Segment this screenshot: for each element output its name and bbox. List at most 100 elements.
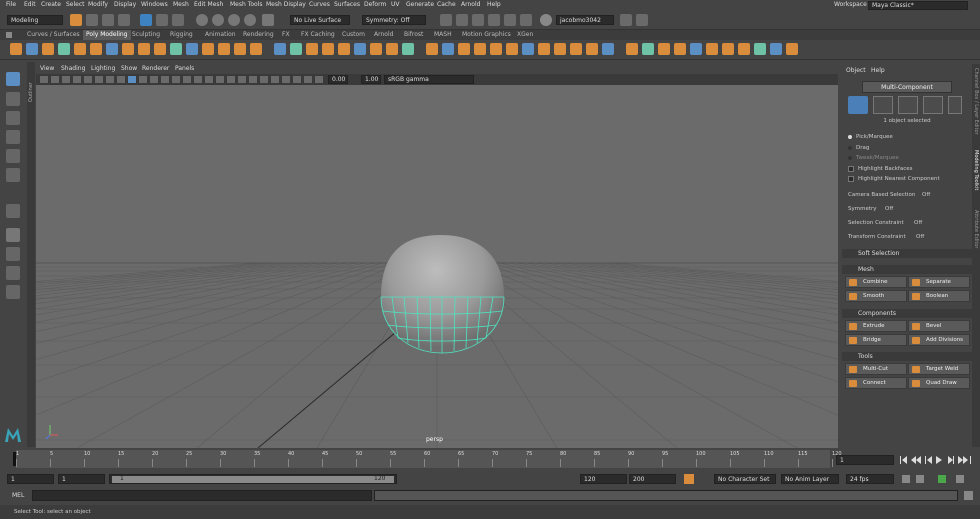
smooth-button[interactable]: Smooth	[845, 290, 907, 302]
relax-icon[interactable]	[658, 43, 670, 55]
loop-icon[interactable]	[902, 475, 910, 483]
soft-selection-section[interactable]: Soft Selection	[842, 249, 972, 258]
viewport-toolbar-icon[interactable]	[260, 76, 268, 83]
menu-create[interactable]: Create	[41, 1, 61, 8]
colorspace-dropdown[interactable]: sRGB gamma	[384, 75, 474, 84]
viewport-toolbar-icon[interactable]	[128, 76, 136, 83]
cube-icon[interactable]	[26, 43, 38, 55]
bridge-button[interactable]: Bridge	[845, 334, 907, 346]
menu-mesh-display[interactable]: Mesh Display	[266, 1, 306, 8]
menu-modify[interactable]: Modify	[88, 1, 108, 8]
select-tool-icon[interactable]	[6, 72, 20, 86]
menu-cache[interactable]: Cache	[437, 1, 456, 8]
character-set-dropdown[interactable]: No Character Set	[714, 474, 776, 484]
helix-icon[interactable]	[170, 43, 182, 55]
current-frame-field[interactable]: 1	[836, 455, 894, 465]
sculpt-icon[interactable]	[602, 43, 614, 55]
shelf-tab-rigging[interactable]: Rigging	[170, 31, 193, 38]
fill-hole-icon[interactable]	[426, 43, 438, 55]
shelf-tab-arnold[interactable]: Arnold	[374, 31, 393, 38]
wedge-icon[interactable]	[586, 43, 598, 55]
viewport-menu-view[interactable]: View	[40, 65, 54, 72]
viewport-toolbar-icon[interactable]	[51, 76, 59, 83]
bevel-button[interactable]: Bevel	[908, 320, 970, 332]
save-icon[interactable]	[86, 14, 98, 26]
playback-controls[interactable]	[900, 456, 974, 464]
multi-cut-icon[interactable]	[442, 43, 454, 55]
sphere-icon[interactable]	[10, 43, 22, 55]
viewport-toolbar-icon[interactable]	[216, 76, 224, 83]
connect-button[interactable]: Connect	[845, 377, 907, 389]
circularize-icon[interactable]	[554, 43, 566, 55]
collapse-icon[interactable]	[506, 43, 518, 55]
checkbox-highlight-nearest[interactable]	[848, 176, 854, 182]
crease-icon[interactable]	[626, 43, 638, 55]
auto-key-icon[interactable]	[684, 474, 694, 484]
components-section-header[interactable]: Components	[842, 309, 972, 318]
shelf-tab-curves-surfaces[interactable]: Curves / Surfaces	[27, 31, 80, 38]
viewport-toolbar-icon[interactable]	[117, 76, 125, 83]
boolean-icon[interactable]	[322, 43, 334, 55]
mode-dropdown[interactable]: Modeling	[7, 15, 63, 25]
separate-icon[interactable]	[290, 43, 302, 55]
separate-button[interactable]: Separate	[908, 276, 970, 288]
snap-point-icon[interactable]	[228, 14, 240, 26]
symmetrize-icon[interactable]	[770, 43, 782, 55]
face-mode-icon[interactable]	[923, 96, 943, 114]
script-editor-icon[interactable]	[964, 491, 973, 500]
shelf-tab-fx[interactable]: FX	[282, 31, 290, 38]
menu-uv[interactable]: UV	[391, 1, 400, 8]
viewport-toolbar-icon[interactable]	[84, 76, 92, 83]
anim-layer-dropdown[interactable]: No Anim Layer	[781, 474, 839, 484]
viewport-toolbar-icon[interactable]	[139, 76, 147, 83]
auto-uv-icon[interactable]	[690, 43, 702, 55]
boolean-button[interactable]: Boolean	[908, 290, 970, 302]
light-editor-icon[interactable]	[520, 14, 532, 26]
poke-icon[interactable]	[570, 43, 582, 55]
menu-arnold[interactable]: Arnold	[461, 1, 480, 8]
shelf-tab-custom[interactable]: Custom	[342, 31, 365, 38]
cut-uv-icon[interactable]	[706, 43, 718, 55]
menu-display[interactable]: Display	[114, 1, 136, 8]
menu-edit[interactable]: Edit	[24, 1, 36, 8]
four-view-icon[interactable]	[6, 247, 20, 261]
selection-constraint-value[interactable]: Off	[914, 220, 922, 226]
tab-modeling-toolkit[interactable]: Modeling Toolkit	[973, 150, 979, 190]
snap-curve-icon[interactable]	[212, 14, 224, 26]
svg-icon[interactable]	[250, 43, 262, 55]
connect-icon[interactable]	[474, 43, 486, 55]
command-input[interactable]	[32, 490, 372, 501]
pipe-icon[interactable]	[154, 43, 166, 55]
object-mode-icon[interactable]	[848, 96, 868, 114]
quad-draw-button[interactable]: Quad Draw	[908, 377, 970, 389]
command-language-label[interactable]: MEL	[12, 492, 24, 499]
shelf-tab-poly-modeling[interactable]: Poly Modeling	[83, 30, 131, 40]
snap-grid-icon[interactable]	[196, 14, 208, 26]
shelf-tab-animation[interactable]: Animation	[205, 31, 236, 38]
radio-drag[interactable]	[848, 146, 852, 150]
viewport-toolbar-icon[interactable]	[106, 76, 114, 83]
menu-mesh[interactable]: Mesh	[173, 1, 189, 8]
lasso-tool-icon[interactable]	[6, 92, 20, 106]
extrude-icon[interactable]	[370, 43, 382, 55]
symmetry-value[interactable]: Off	[885, 206, 893, 212]
shelf-tab-rendering[interactable]: Rendering	[243, 31, 274, 38]
menu-mesh-tools[interactable]: Mesh Tools	[230, 1, 262, 8]
layout-uv-icon[interactable]	[754, 43, 766, 55]
tools-section-header[interactable]: Tools	[842, 352, 972, 361]
transform-constraint-value[interactable]: Off	[916, 234, 924, 240]
plane-icon[interactable]	[90, 43, 102, 55]
paint-select-tool-icon[interactable]	[6, 111, 20, 125]
viewport-toolbar-icon[interactable]	[249, 76, 257, 83]
outliner-strip[interactable]: Outliner	[27, 62, 35, 447]
playback-start-field[interactable]: 1	[58, 474, 105, 484]
shelf-tab-mash[interactable]: MASH	[434, 31, 452, 38]
render-settings-icon[interactable]	[472, 14, 484, 26]
smooth-brush-icon[interactable]	[642, 43, 654, 55]
anim-prefs-icon[interactable]	[956, 475, 964, 483]
bridge-icon[interactable]	[354, 43, 366, 55]
viewport-menu-panels[interactable]: Panels	[175, 65, 194, 72]
viewport-toolbar-icon[interactable]	[95, 76, 103, 83]
select-component-icon[interactable]	[172, 14, 184, 26]
scene-end-field[interactable]: 200	[629, 474, 676, 484]
